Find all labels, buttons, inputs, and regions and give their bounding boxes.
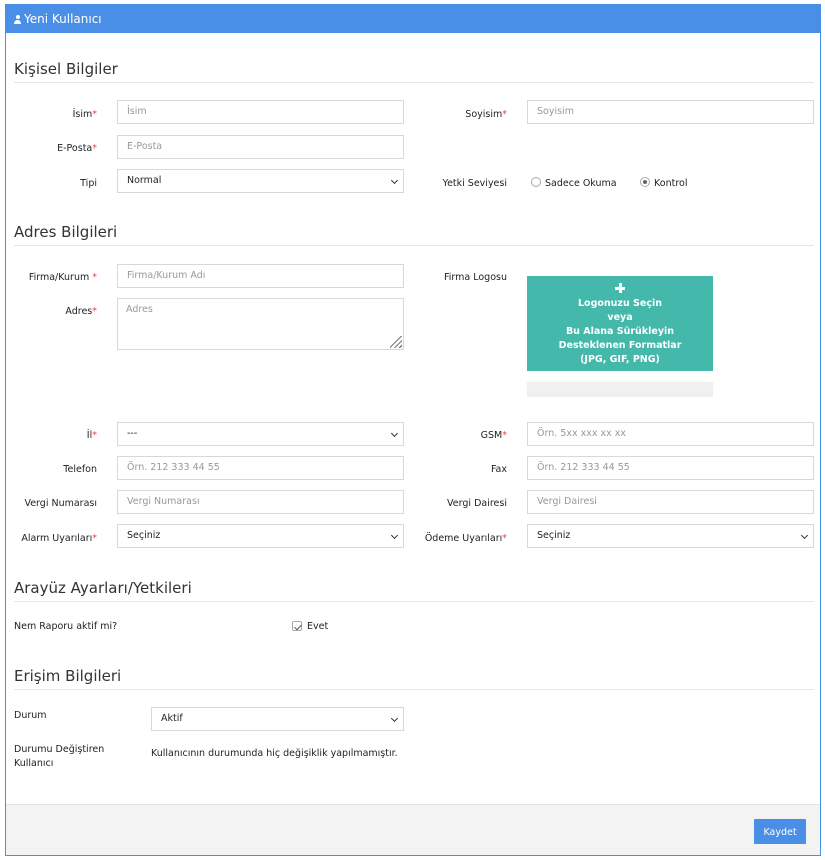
fax-label: Fax: [490, 464, 507, 475]
tax-number-label: Vergi Numarası: [24, 498, 97, 509]
section-title-personal: Kişisel Bilgiler: [14, 60, 118, 78]
section-divider: [14, 245, 814, 246]
radio-control[interactable]: [640, 177, 650, 187]
user-icon: [14, 15, 21, 24]
status-select[interactable]: Aktif: [151, 707, 404, 731]
chevron-down-icon: [390, 176, 399, 185]
radio-read-only[interactable]: [531, 177, 541, 187]
tax-number-input[interactable]: Vergi Numarası: [117, 490, 404, 514]
save-button[interactable]: Kaydet: [754, 819, 806, 844]
city-select[interactable]: ---: [117, 422, 404, 446]
address-textarea[interactable]: Adres: [117, 298, 404, 350]
nem-report-checkbox-label: Evet: [307, 621, 329, 632]
status-changer-label-line: Kullanıcı: [14, 758, 54, 769]
upload-text-line: veya: [607, 312, 633, 323]
section-divider: [14, 82, 814, 83]
payment-select-value: Seçiniz: [537, 530, 571, 541]
status-changer-label-line: Durumu Değiştiren: [14, 744, 105, 755]
chevron-down-icon: [390, 714, 399, 723]
surname-input[interactable]: Soyisim: [527, 100, 814, 124]
upload-text-line: Desteklenen Formatlar: [558, 340, 682, 351]
tax-office-label: Vergi Dairesi: [447, 498, 507, 509]
section-title-address: Adres Bilgileri: [14, 223, 118, 241]
logo-label: Firma Logosu: [444, 272, 507, 283]
nem-report-label: Nem Raporu aktif mi?: [14, 621, 118, 632]
resize-handle-icon[interactable]: [390, 336, 402, 348]
upload-progress-bar: [527, 382, 713, 397]
name-label: İsim*: [72, 109, 97, 120]
type-select[interactable]: Normal: [117, 169, 404, 193]
section-title-interface: Arayüz Ayarları/Yetkileri: [14, 579, 192, 597]
phone-input[interactable]: Örn. 212 333 44 55: [117, 456, 404, 480]
plus-icon: [615, 283, 625, 293]
nem-report-checkbox[interactable]: [292, 621, 302, 631]
upload-text-line: Logonuzu Seçin: [578, 298, 662, 309]
city-label: İl*: [86, 430, 97, 441]
payment-warnings-label: Ödeme Uyarıları*: [424, 533, 507, 544]
surname-label: Soyisim*: [465, 109, 507, 120]
logo-upload-dropzone[interactable]: Logonuzu Seçin veya Bu Alana Sürükleyin …: [527, 276, 713, 371]
name-input[interactable]: İsim: [117, 100, 404, 124]
section-title-access: Erişim Bilgileri: [14, 667, 122, 685]
status-changer-text: Kullanıcının durumunda hiç değişiklik ya…: [151, 748, 398, 759]
company-label: Firma/Kurum *: [28, 272, 97, 283]
alarm-select-value: Seçiniz: [127, 530, 161, 541]
new-user-panel: Yeni Kullanıcı Kişisel Bilgiler İsim* İs…: [5, 4, 821, 856]
chevron-down-icon: [800, 531, 809, 540]
type-select-value: Normal: [127, 175, 162, 186]
upload-text-line: Bu Alana Sürükleyin: [565, 326, 675, 337]
auth-level-label: Yetki Seviyesi: [442, 178, 507, 189]
radio-control-label: Kontrol: [654, 178, 688, 189]
alarm-warnings-select[interactable]: Seçiniz: [117, 524, 404, 548]
radio-read-only-label: Sadece Okuma: [545, 178, 617, 189]
gsm-label: GSM*: [480, 430, 507, 441]
chevron-down-icon: [390, 531, 399, 540]
section-divider: [14, 689, 814, 690]
upload-text-line: (JPG, GIF, PNG): [580, 354, 660, 365]
status-label: Durum: [14, 710, 47, 721]
email-label: E-Posta*: [57, 143, 97, 154]
status-select-value: Aktif: [161, 713, 183, 724]
alarm-warnings-label: Alarm Uyarıları*: [21, 533, 97, 544]
address-label: Adres*: [65, 306, 97, 317]
chevron-down-icon: [390, 429, 399, 438]
panel-footer: Kaydet: [6, 804, 820, 855]
fax-input[interactable]: Örn. 212 333 44 55: [527, 456, 814, 480]
email-input[interactable]: E-Posta: [117, 135, 404, 159]
type-label: Tipi: [80, 178, 97, 189]
address-placeholder: Adres: [126, 304, 153, 315]
city-select-value: ---: [127, 428, 138, 439]
payment-warnings-select[interactable]: Seçiniz: [527, 524, 814, 548]
company-input[interactable]: Firma/Kurum Adı: [117, 264, 404, 288]
tax-office-input[interactable]: Vergi Dairesi: [527, 490, 814, 514]
gsm-input[interactable]: Örn. 5xx xxx xx xx: [527, 422, 814, 446]
section-divider: [14, 601, 814, 602]
panel-header: Yeni Kullanıcı: [6, 5, 820, 33]
status-changer-label: Durumu Değiştiren Kullanıcı: [14, 743, 104, 771]
phone-label: Telefon: [63, 464, 97, 475]
panel-title: Yeni Kullanıcı: [24, 12, 102, 26]
